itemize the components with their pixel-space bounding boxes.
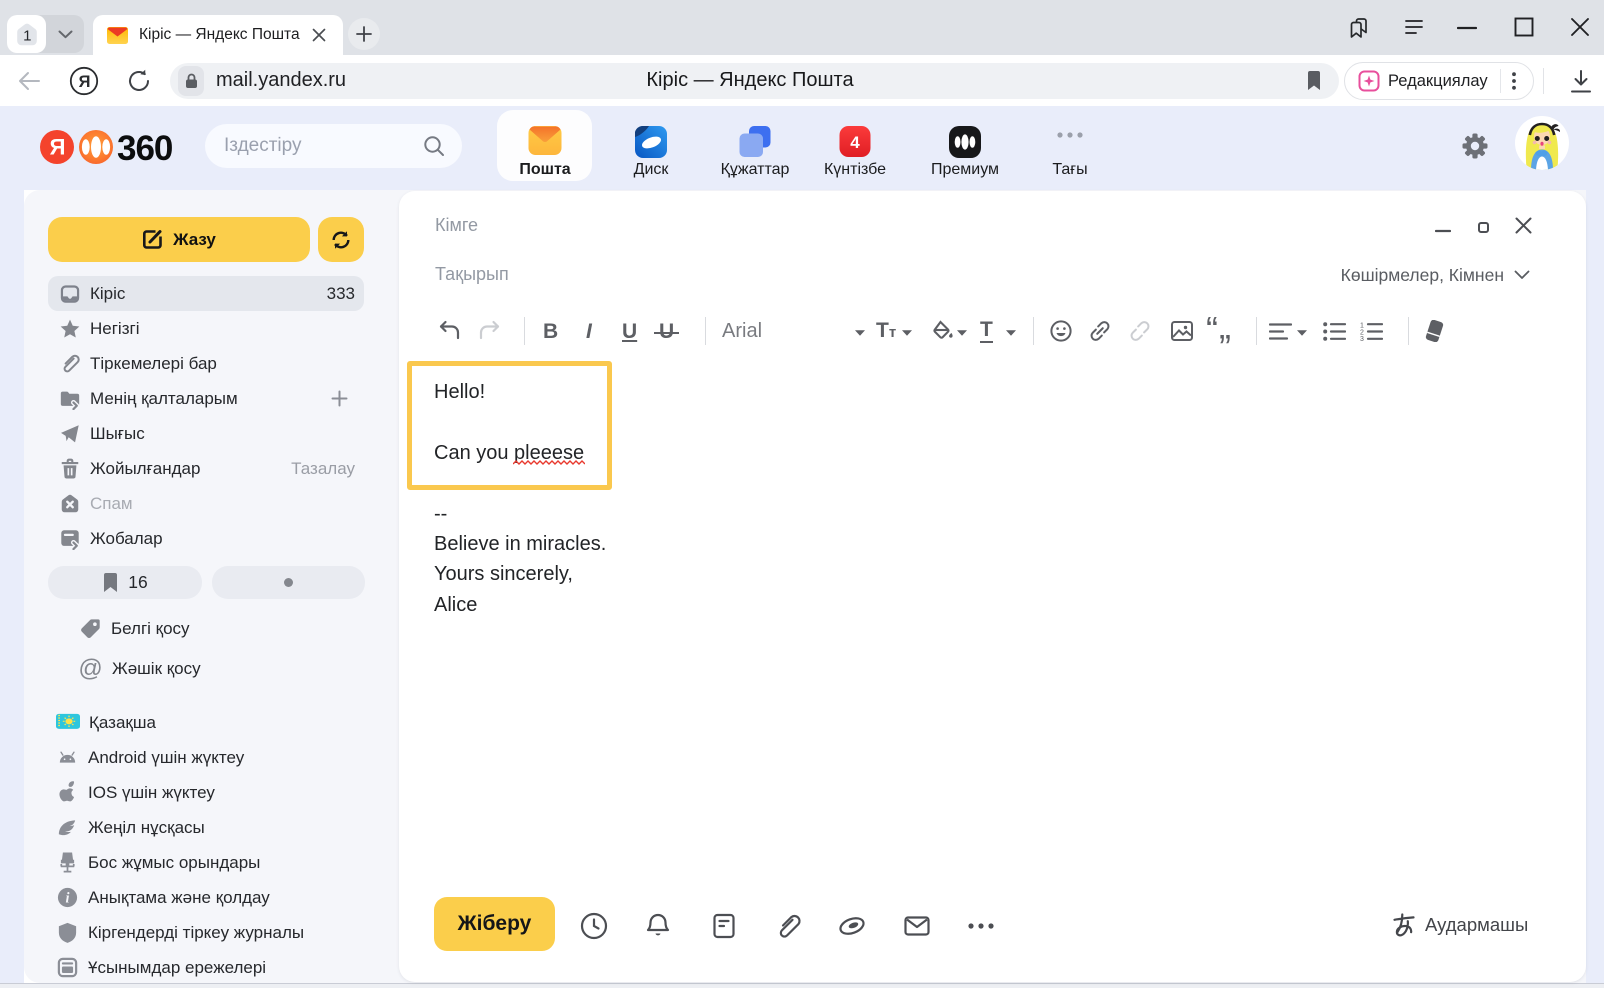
svg-text:360: 360 — [117, 129, 173, 166]
svg-text:3: 3 — [1360, 336, 1364, 341]
svg-text:Я: Я — [50, 135, 66, 160]
svg-text:1: 1 — [1360, 323, 1364, 330]
svg-text:i: i — [66, 891, 70, 907]
svg-text:1: 1 — [23, 27, 31, 44]
svg-text:4: 4 — [850, 133, 860, 152]
svg-text:Я: Я — [79, 73, 91, 91]
